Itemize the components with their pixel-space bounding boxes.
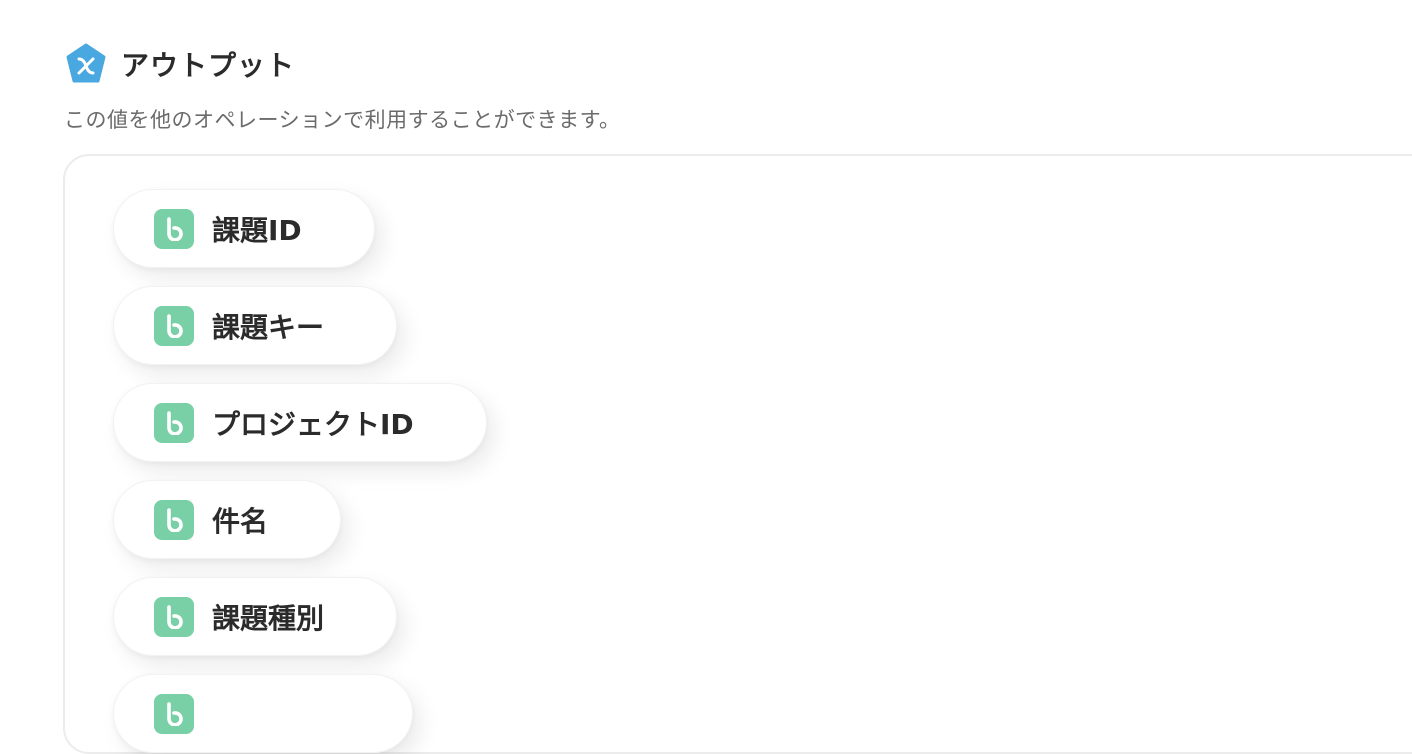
output-item-label: 課題種別 (212, 601, 325, 635)
backlog-icon (154, 402, 194, 443)
variable-pentagon-icon (66, 43, 106, 83)
output-item-partial[interactable] (113, 674, 413, 753)
output-header: アウトプット (65, 43, 295, 85)
output-item-label: 課題キー (212, 310, 325, 344)
output-item-label: プロジェクトID (212, 407, 414, 441)
backlog-icon (154, 499, 194, 540)
output-item-label: 課題ID (212, 213, 302, 247)
backlog-icon (154, 693, 194, 734)
output-list: 課題ID 課題キー プロジェクトID 件名 課題種別 (113, 189, 487, 753)
output-item-issue-key[interactable]: 課題キー (113, 286, 398, 365)
output-item-summary[interactable]: 件名 (113, 480, 342, 559)
backlog-icon (154, 596, 194, 637)
output-item-project-id[interactable]: プロジェクトID (113, 383, 487, 462)
section-title: アウトプット (121, 49, 296, 82)
output-item-issue-type[interactable]: 課題種別 (113, 577, 398, 656)
output-item-label: 件名 (212, 504, 269, 538)
backlog-icon (154, 208, 194, 249)
output-item-issue-id[interactable]: 課題ID (113, 189, 375, 268)
section-description: この値を他のオペレーションで利用することができます。 (64, 108, 621, 132)
backlog-icon (154, 305, 194, 346)
